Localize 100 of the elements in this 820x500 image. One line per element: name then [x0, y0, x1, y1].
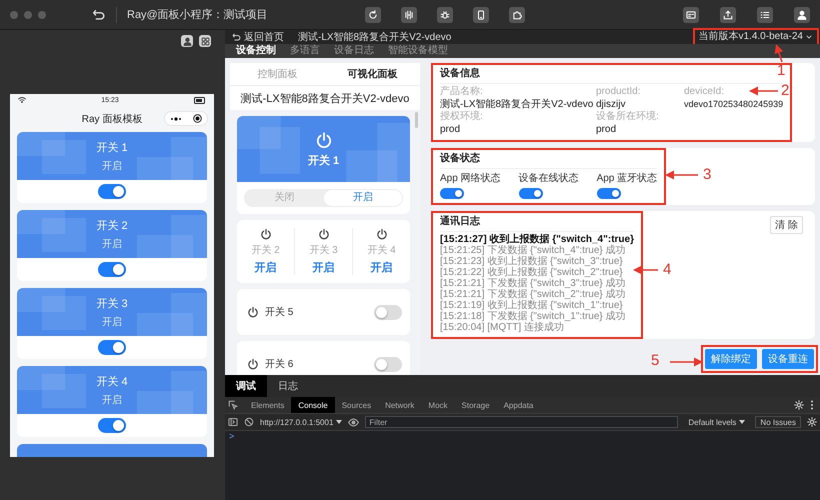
- section-tab[interactable]: 智能设备模型: [383, 44, 453, 58]
- field-value: 测试-LX智能8路复合开关V2-vdevo: [440, 98, 594, 110]
- window-title: Ray@面板小程序：测试项目: [127, 8, 268, 22]
- toggle-switch[interactable]: [440, 188, 464, 199]
- wifi-icon: [18, 96, 26, 104]
- switch-name: 开关 2: [251, 244, 280, 257]
- switch-status: 开启: [102, 238, 122, 250]
- card-title: 设备状态: [440, 153, 658, 169]
- toggle-switch[interactable]: [374, 304, 402, 320]
- annotation-number: 4: [663, 262, 672, 277]
- field-value: prod: [440, 123, 460, 136]
- switch-name: 开关 3: [309, 244, 338, 257]
- log-line: [15:21:25] 下发数据 {"switch_4":true} 成功: [440, 245, 626, 256]
- power-icon: [247, 306, 259, 318]
- status-label: App 网络状态: [440, 172, 501, 185]
- action-button[interactable]: 解除绑定: [705, 349, 757, 369]
- section-tab[interactable]: 多语言: [285, 44, 325, 58]
- version-dropdown[interactable]: 当前版本v1.4.0-beta-24: [696, 31, 816, 43]
- log-line: [15:21:19] 收到上报数据 {"switch_1":true}: [440, 300, 623, 311]
- toggle-switch[interactable]: [98, 340, 126, 355]
- section-tab[interactable]: 设备日志: [329, 44, 379, 58]
- filter-field[interactable]: Filter: [365, 416, 678, 428]
- devtools-panel-tab[interactable]: Elements: [244, 397, 292, 413]
- devtools-panel-tab[interactable]: Console: [291, 397, 335, 413]
- panel-tab[interactable]: 可视化面板: [325, 66, 420, 82]
- capsule-menu[interactable]: [164, 111, 208, 126]
- grid-icon: [200, 36, 210, 46]
- battery-icon: [194, 96, 206, 104]
- devtools-panel-tab[interactable]: Sources: [334, 397, 378, 413]
- upload-button[interactable]: [720, 6, 736, 22]
- log-line: [15:20:04] [MQTT] 连接成功: [440, 322, 564, 333]
- device-title: 测试-LX智能8路复合开关V2-vdevo: [230, 86, 420, 110]
- toggle-switch[interactable]: [98, 184, 126, 199]
- levels-dropdown[interactable]: Default levels: [684, 418, 750, 426]
- bars-icon: [404, 10, 414, 20]
- toggle-switch[interactable]: [98, 418, 126, 433]
- devtools-tab[interactable]: 日志: [267, 375, 309, 397]
- inspect-icon: [228, 400, 238, 410]
- settings-icon: [807, 417, 817, 427]
- switch-name: 开关 6: [265, 358, 294, 371]
- back-icon: [92, 8, 106, 22]
- devtools-panel-tab[interactable]: Storage: [454, 397, 497, 413]
- refresh-button[interactable]: [365, 6, 382, 22]
- section-tab[interactable]: 设备控制: [231, 44, 281, 58]
- log-line: [15:21:23] 收到上报数据 {"switch_3":true}: [440, 256, 623, 267]
- toggle-switch[interactable]: [518, 188, 543, 199]
- devtools-tab[interactable]: 调试: [225, 375, 267, 397]
- refresh-icon: [368, 10, 378, 20]
- toggle-switch[interactable]: [98, 262, 126, 277]
- more-icon: [170, 116, 182, 120]
- debug-button[interactable]: [437, 6, 454, 22]
- switch-status: 开启: [102, 316, 122, 328]
- back-link[interactable]: 返回首页: [232, 30, 284, 44]
- clear-button[interactable]: 清 除: [770, 216, 803, 234]
- annotation-number: 2: [781, 83, 790, 98]
- settings-icon: [794, 400, 804, 410]
- log-line: [15:21:21] 下发数据 {"switch_3":true} 成功: [440, 278, 626, 289]
- page-title: Ray 面板模板: [82, 112, 142, 126]
- issues-button[interactable]: No Issues: [755, 416, 801, 428]
- toggle-switch[interactable]: [374, 356, 402, 372]
- switch-name: 开关 4: [367, 244, 396, 257]
- field-label: 授权环境:: [440, 111, 483, 123]
- field-label: productId:: [596, 86, 640, 98]
- status-label: App 蓝牙状态: [596, 172, 658, 185]
- user-button[interactable]: [181, 35, 193, 47]
- annotation-number: 3: [703, 167, 712, 182]
- annotation-arrow: [665, 170, 698, 180]
- devtools-panel-tab[interactable]: Mock: [421, 397, 455, 413]
- device-button[interactable]: [473, 6, 490, 22]
- power-icon: [314, 130, 332, 148]
- scrollbar[interactable]: [415, 112, 418, 128]
- context-dropdown[interactable]: http://127.0.0.1:5001: [260, 418, 342, 426]
- block-icon: [244, 417, 254, 427]
- preview-button[interactable]: [683, 6, 699, 22]
- switch-status[interactable]: 开启: [370, 260, 392, 275]
- grid-button[interactable]: [199, 35, 211, 47]
- segment-option[interactable]: 开启: [324, 190, 402, 206]
- switch-status[interactable]: 开启: [254, 260, 276, 275]
- plugin-button[interactable]: [509, 6, 526, 22]
- switch-status[interactable]: 开启: [312, 260, 334, 275]
- devtools-panel-tab[interactable]: Appdata: [496, 397, 540, 413]
- devtools-panel-tab[interactable]: Network: [378, 397, 422, 413]
- undo-icon: [232, 32, 241, 42]
- user-icon: [182, 36, 192, 46]
- log-line: [15:21:27] 收到上报数据 {"switch_4":true}: [440, 234, 634, 245]
- upload-icon: [723, 10, 733, 20]
- toggle-switch[interactable]: [596, 188, 621, 199]
- field-label: deviceId:: [684, 86, 724, 98]
- switch-name: 开关 1: [308, 154, 340, 168]
- eye-icon: [348, 416, 360, 428]
- user-button[interactable]: [794, 6, 810, 22]
- field-value: djiszijv: [596, 98, 626, 110]
- device-title: 测试-LX智能8路复合开关V2-vdevo: [298, 30, 452, 44]
- panel-tab[interactable]: 控制面板: [230, 66, 325, 82]
- list-button[interactable]: [757, 6, 773, 22]
- console-prompt[interactable]: >: [225, 429, 238, 443]
- chevron-icon: [805, 33, 813, 41]
- action-button[interactable]: 设备重连: [762, 349, 814, 369]
- bug-icon: [440, 10, 450, 20]
- signal-button[interactable]: [401, 6, 418, 22]
